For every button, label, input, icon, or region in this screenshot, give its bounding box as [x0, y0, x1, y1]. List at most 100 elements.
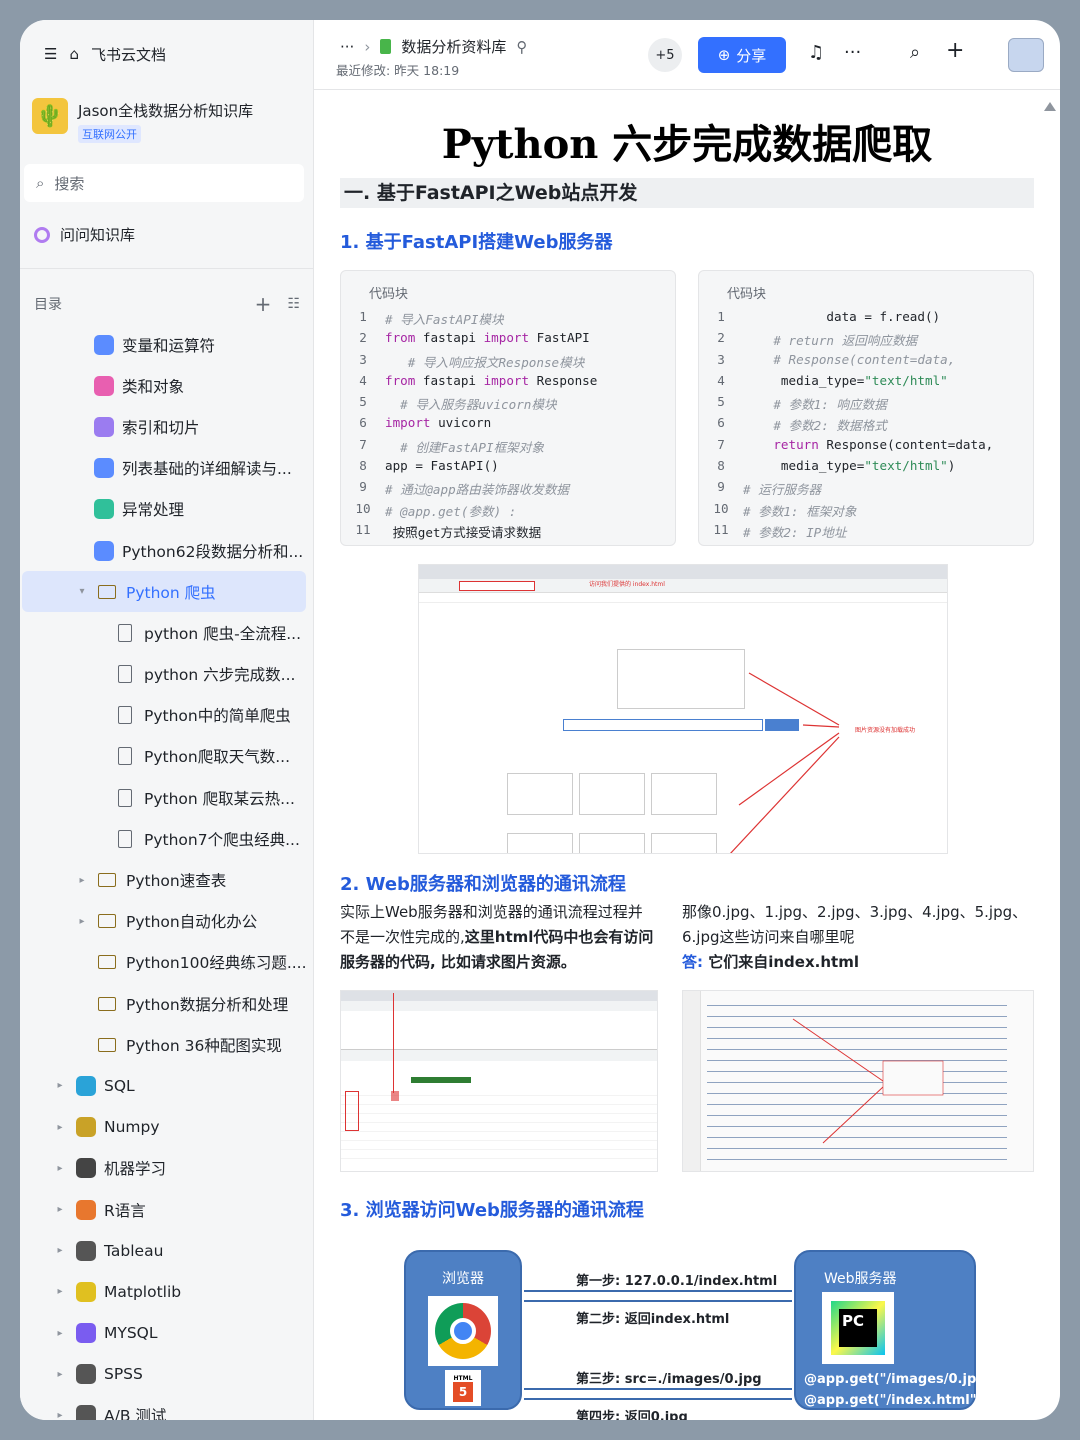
app-name[interactable]: 飞书云文档 [91, 44, 166, 65]
sidebar-item[interactable]: Python100经典练习题.... [20, 942, 314, 983]
code-line: 10 # @app.get(参数) : [341, 501, 675, 522]
chevron-right-icon[interactable]: ▸ [54, 1245, 66, 1256]
sidebar-item[interactable]: 异常处理 [20, 489, 314, 530]
code-line: 10 # 参数1: 框架对象 [699, 501, 1033, 522]
toc-label: 目录 [34, 297, 62, 313]
share-button[interactable]: ⊕ 分享 [698, 37, 786, 73]
route-images: @app.get("/images/0.jpg") [804, 1372, 999, 1387]
code-line: 11 按照get方式接受请求数据 [341, 522, 675, 543]
bell-icon[interactable]: ♫ [808, 42, 824, 63]
line-number: 9 [717, 479, 725, 495]
chevron-right-icon[interactable]: ▸ [54, 1163, 66, 1174]
sidebar-item[interactable]: ▸ R语言 [20, 1189, 314, 1230]
line-number: 5 [359, 394, 367, 410]
code-line: 1 data = f.read() [699, 309, 1033, 330]
sidebar-item[interactable]: Python中的简单爬虫 [20, 695, 314, 736]
code-line: 1 # 导入FastAPI模块 [341, 309, 675, 330]
pin-icon[interactable]: ⚲ [516, 38, 527, 56]
breadcrumb: ··· › 数据分析资料库 ⚲ [340, 36, 527, 57]
ask-knowledge-base[interactable]: 问问知识库 [34, 224, 135, 245]
chevron-right-icon[interactable]: ▸ [76, 875, 88, 886]
page-title: Python 六步完成数据爬取 [441, 121, 933, 168]
sidebar-item[interactable]: ▸ A/B 测试 [20, 1395, 314, 1420]
browser-label: 浏览器 [442, 1271, 484, 1287]
sidebar-item-label: 类和对象 [122, 377, 185, 396]
chevron-right-icon[interactable]: ▸ [54, 1328, 66, 1339]
sidebar-item[interactable]: ▸ MYSQL [20, 1313, 314, 1354]
sidebar-item[interactable]: ▸ Tableau [20, 1230, 314, 1271]
code-block-1[interactable]: 代码块 1 # 导入FastAPI模块 2 from fastapi import F… [340, 270, 676, 546]
home-icon[interactable]: ⌂ [69, 45, 79, 63]
collapse-sidebar-icon[interactable]: ☰ [44, 45, 57, 63]
sidebar-item[interactable]: 变量和运算符 [20, 324, 314, 365]
sidebar-item[interactable]: ▸ Python自动化办公 [20, 901, 314, 942]
line-number: 2 [359, 330, 367, 346]
sidebar-item[interactable]: Python 36种配图实现 [20, 1024, 314, 1065]
sidebar-item[interactable]: ▾ Python 爬虫 [22, 571, 306, 613]
last-modified: 最近修改: 昨天 18:19 [336, 63, 460, 78]
scroll-up-icon[interactable] [1044, 102, 1056, 111]
page-icon [76, 1158, 96, 1179]
sidebar-item[interactable]: 索引和切片 [20, 406, 314, 447]
search-icon[interactable]: ⌕ [910, 42, 920, 63]
more-icon[interactable]: ··· [844, 42, 861, 63]
chevron-right-icon[interactable]: ▸ [54, 1369, 66, 1380]
sidebar-item[interactable]: Python爬取天气数... [20, 736, 314, 777]
sidebar-item[interactable]: 列表基础的详细解读与... [20, 448, 314, 489]
more-path-icon[interactable]: ··· [340, 38, 354, 56]
divider [20, 268, 314, 269]
sidebar-item-label: Tableau [104, 1241, 164, 1260]
sidebar-item[interactable]: ▸ Matplotlib [20, 1271, 314, 1312]
folder-icon [98, 873, 116, 888]
sidebar-item[interactable]: ▸ SQL [20, 1065, 314, 1106]
avatar[interactable] [1008, 38, 1044, 72]
folder-icon [98, 1037, 116, 1052]
step-2: 第二步: 返回index.html [576, 1312, 730, 1327]
code-line: 2 # return 返回响应数据 [699, 330, 1033, 351]
line-number: 11 [355, 521, 371, 537]
folder-doc-icon [380, 39, 392, 54]
code-block-2[interactable]: 代码块 1 data = f.read() 2 # return 返回响应数据 3 … [698, 270, 1034, 546]
sidebar-item-label: SQL [104, 1076, 135, 1095]
sidebar-item[interactable]: ▸ Python速查表 [20, 859, 314, 900]
line-number: 7 [359, 436, 367, 452]
sidebar-item[interactable]: ▸ 机器学习 [20, 1148, 314, 1189]
chevron-right-icon[interactable]: ▸ [54, 1122, 66, 1133]
chevron-down-icon[interactable]: ▾ [76, 586, 88, 597]
sidebar-item[interactable]: Python7个爬虫经典... [20, 818, 314, 859]
sidebar-item[interactable]: Python数据分析和处理 [20, 983, 314, 1024]
line-number: 9 [359, 479, 367, 495]
line-number: 7 [717, 436, 725, 452]
knowledge-base-header[interactable]: 🌵 Jason全栈数据分析知识库 互联网公开 [32, 98, 253, 143]
sidebar-item[interactable]: ▸ Numpy [20, 1107, 314, 1148]
document-icon [118, 623, 132, 642]
chevron-right-icon[interactable]: ▸ [54, 1410, 66, 1420]
heading-1: 一. 基于FastAPI之Web站点开发 [340, 178, 1034, 208]
code-line: 3 # 导入响应报文Response模块 [341, 352, 675, 373]
code-line: 6 import uvicorn [341, 415, 675, 436]
code-text: # 运行服务器 [743, 482, 822, 498]
add-page-icon[interactable]: + [255, 292, 272, 316]
search-icon: ⌕ [36, 174, 45, 192]
collaborators-count[interactable]: +5 [648, 38, 682, 72]
sidebar-item[interactable]: python 六步完成数... [20, 654, 314, 695]
sidebar-item-label: Python爬取天气数... [144, 748, 291, 767]
chevron-right-icon[interactable]: ▸ [54, 1080, 66, 1091]
sidebar-item[interactable]: ▸ SPSS [20, 1354, 314, 1395]
document-icon [118, 747, 132, 766]
outline-icon[interactable]: ☷ [287, 296, 300, 312]
chevron-right-icon[interactable]: ▸ [76, 916, 88, 927]
page-icon [94, 334, 114, 355]
sidebar-item[interactable]: Python 爬取某云热... [20, 777, 314, 818]
document-icon [118, 706, 132, 725]
sidebar-item[interactable]: 类和对象 [20, 365, 314, 406]
chevron-right-icon[interactable]: ▸ [54, 1286, 66, 1297]
breadcrumb-current[interactable]: 数据分析资料库 [401, 36, 506, 57]
sidebar-item[interactable]: python 爬虫-全流程... [20, 612, 314, 653]
sidebar-item[interactable]: Python62段数据分析和... [20, 530, 314, 571]
chevron-right-icon[interactable]: ▸ [54, 1204, 66, 1215]
code-line: 4 media_type="text/html" [699, 373, 1033, 394]
sidebar-item-label: 变量和运算符 [122, 336, 216, 355]
add-icon[interactable]: + [946, 38, 964, 63]
search-input[interactable]: ⌕ 搜索 [24, 164, 304, 202]
